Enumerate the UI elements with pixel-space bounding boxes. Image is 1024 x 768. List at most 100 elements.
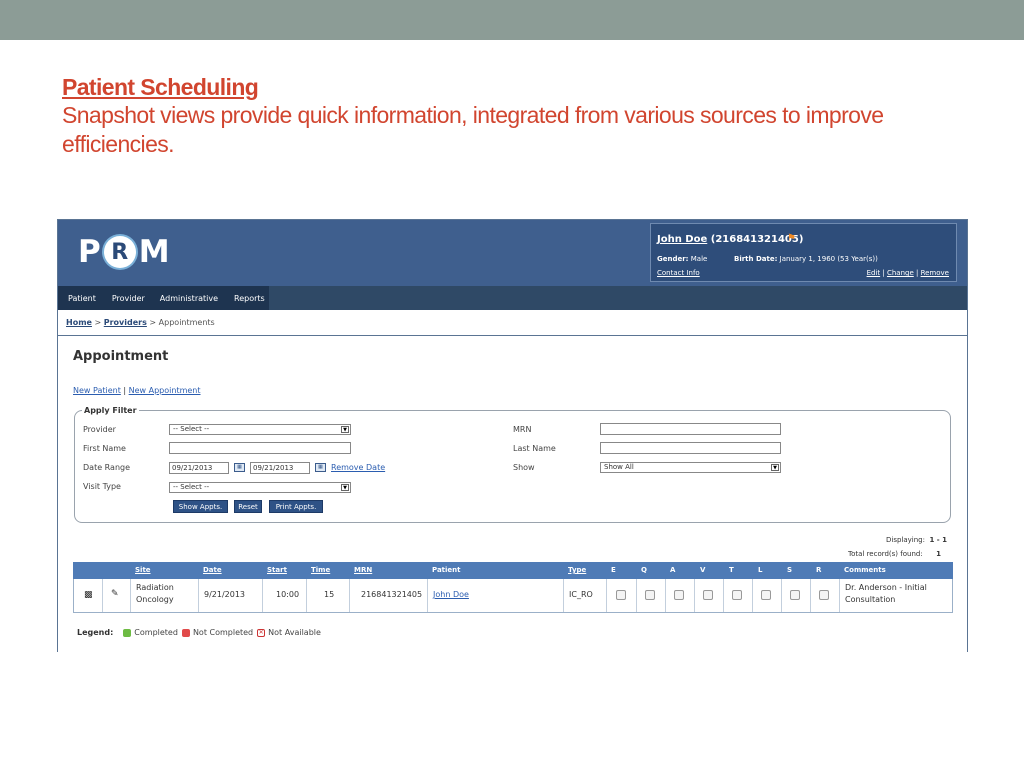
last-name-input[interactable] (600, 442, 781, 454)
chevron-down-icon: ▼ (771, 464, 779, 471)
appointments-table-header: Site Date Start Time MRN Patient Type E … (73, 562, 953, 579)
col-site[interactable]: Site (135, 566, 151, 574)
breadcrumb-current: Appointments (158, 318, 215, 327)
breadcrumb-providers[interactable]: Providers (104, 318, 147, 327)
flag-icon[interactable]: ⚑ (787, 233, 796, 244)
calendar-icon[interactable]: ▦ (315, 463, 326, 472)
nav-item-reports[interactable]: Reports (218, 286, 265, 310)
first-name-input[interactable] (169, 442, 351, 454)
not-available-x-icon: ✕ (257, 628, 266, 637)
displaying-count: Displaying: 1 - 1 (886, 536, 947, 544)
show-appts-button[interactable]: Show Appts. (173, 500, 228, 513)
logo-letter-r: R (103, 236, 136, 268)
date-to-input[interactable]: 09/21/2013 (250, 462, 310, 474)
col-v: V (700, 566, 706, 574)
col-mrn[interactable]: MRN (354, 566, 372, 574)
cell-site-line2: Oncology (136, 595, 174, 604)
patient-name-link[interactable]: John Doe (657, 234, 707, 245)
last-name-label: Last Name (513, 444, 556, 453)
reset-button[interactable]: Reset (234, 500, 262, 513)
breadcrumb-home[interactable]: Home (66, 318, 92, 327)
checkbox-a[interactable] (674, 590, 684, 600)
main-nav: Patient Provider Administrative Reports (58, 286, 967, 310)
date-range-label: Date Range (83, 463, 131, 472)
col-start[interactable]: Start (267, 566, 287, 574)
cell-comments-line2: Consultation (845, 595, 896, 604)
filter-legend: Apply Filter (82, 406, 139, 415)
slide-top-bar (0, 0, 1024, 40)
edit-icon[interactable]: ✎ (111, 589, 119, 599)
legend-completed: Completed (134, 628, 178, 637)
provider-select[interactable]: -- Select -- ▼ (169, 424, 351, 435)
cell-site-line1: Radiation (136, 583, 174, 592)
logo-letter-p: P (78, 234, 101, 270)
date-from-input[interactable]: 09/21/2013 (169, 462, 229, 474)
col-time[interactable]: Time (311, 566, 330, 574)
not-completed-swatch-icon (181, 628, 190, 637)
first-name-label: First Name (83, 444, 126, 453)
checkbox-r[interactable] (819, 590, 829, 600)
patient-gender: Gender: Male (657, 255, 708, 263)
checkbox-v[interactable] (703, 590, 713, 600)
calendar-icon[interactable]: ▦ (234, 463, 245, 472)
status-legend: Legend: Completed Not Completed ✕ Not Av… (77, 628, 321, 637)
contact-info-link[interactable]: Contact Info (657, 269, 700, 277)
change-link[interactable]: Change (887, 269, 914, 277)
remove-link[interactable]: Remove (921, 269, 949, 277)
chevron-down-icon: ▼ (341, 426, 349, 433)
checkbox-q[interactable] (645, 590, 655, 600)
action-links: New Patient | New Appointment (73, 386, 201, 395)
chevron-down-icon: ▼ (341, 484, 349, 491)
new-patient-link[interactable]: New Patient (73, 386, 121, 395)
completed-swatch-icon (123, 628, 132, 637)
edit-link[interactable]: Edit (867, 269, 881, 277)
cell-type: IC_RO (569, 590, 593, 599)
patient-summary-card: John Doe (216841321405) ⚑ Gender: Male B… (650, 223, 957, 282)
prm-logo[interactable]: P R M (78, 232, 170, 272)
table-row: ▩ ✎ Radiation Oncology 9/21/2013 10:00 1… (73, 579, 953, 613)
checkbox-s[interactable] (790, 590, 800, 600)
nav-item-patient[interactable]: Patient (58, 286, 96, 310)
col-l: L (758, 566, 763, 574)
nav-item-provider[interactable]: Provider (96, 286, 145, 310)
legend-not-available: Not Available (268, 628, 321, 637)
new-appointment-link[interactable]: New Appointment (129, 386, 201, 395)
patient-name-line: John Doe (216841321405) (657, 234, 803, 245)
print-appts-button[interactable]: Print Appts. (269, 500, 323, 513)
patient-link[interactable]: John Doe (433, 590, 469, 599)
col-comments: Comments (844, 566, 886, 574)
show-select[interactable]: Show All ▼ (600, 462, 781, 473)
logo-letter-m: M (138, 234, 170, 270)
total-records: Total record(s) found: 1 (848, 550, 941, 558)
col-patient: Patient (432, 566, 461, 574)
mrn-input[interactable] (600, 423, 781, 435)
app-header: P R M John Doe (216841321405) ⚑ Gender: … (58, 220, 967, 286)
cell-date: 9/21/2013 (204, 590, 246, 599)
delete-icon[interactable]: ▩ (84, 590, 93, 600)
cell-patient: John Doe (433, 590, 469, 599)
checkbox-e[interactable] (616, 590, 626, 600)
show-label: Show (513, 463, 535, 472)
patient-actions: Edit | Change | Remove (866, 269, 949, 277)
col-q: Q (641, 566, 647, 574)
slide-subtitle: Snapshot views provide quick information… (62, 102, 884, 157)
nav-item-administrative[interactable]: Administrative (145, 286, 218, 310)
col-a: A (670, 566, 676, 574)
checkbox-t[interactable] (732, 590, 742, 600)
provider-label: Provider (83, 425, 116, 434)
checkbox-l[interactable] (761, 590, 771, 600)
remove-date-link[interactable]: Remove Date (331, 463, 385, 472)
col-type[interactable]: Type (568, 566, 586, 574)
visit-type-select[interactable]: -- Select -- ▼ (169, 482, 351, 493)
cell-mrn: 216841321405 (361, 590, 423, 599)
mrn-label: MRN (513, 425, 532, 434)
breadcrumb: Home > Providers > Appointments (66, 318, 215, 327)
col-t: T (729, 566, 734, 574)
cell-start: 10:00 (276, 590, 300, 599)
cell-comments-line1: Dr. Anderson - Initial (845, 583, 927, 592)
col-date[interactable]: Date (203, 566, 222, 574)
col-e: E (611, 566, 616, 574)
legend-not-completed: Not Completed (192, 628, 254, 637)
slide-heading: Patient Scheduling (62, 74, 259, 100)
col-s: S (787, 566, 793, 574)
